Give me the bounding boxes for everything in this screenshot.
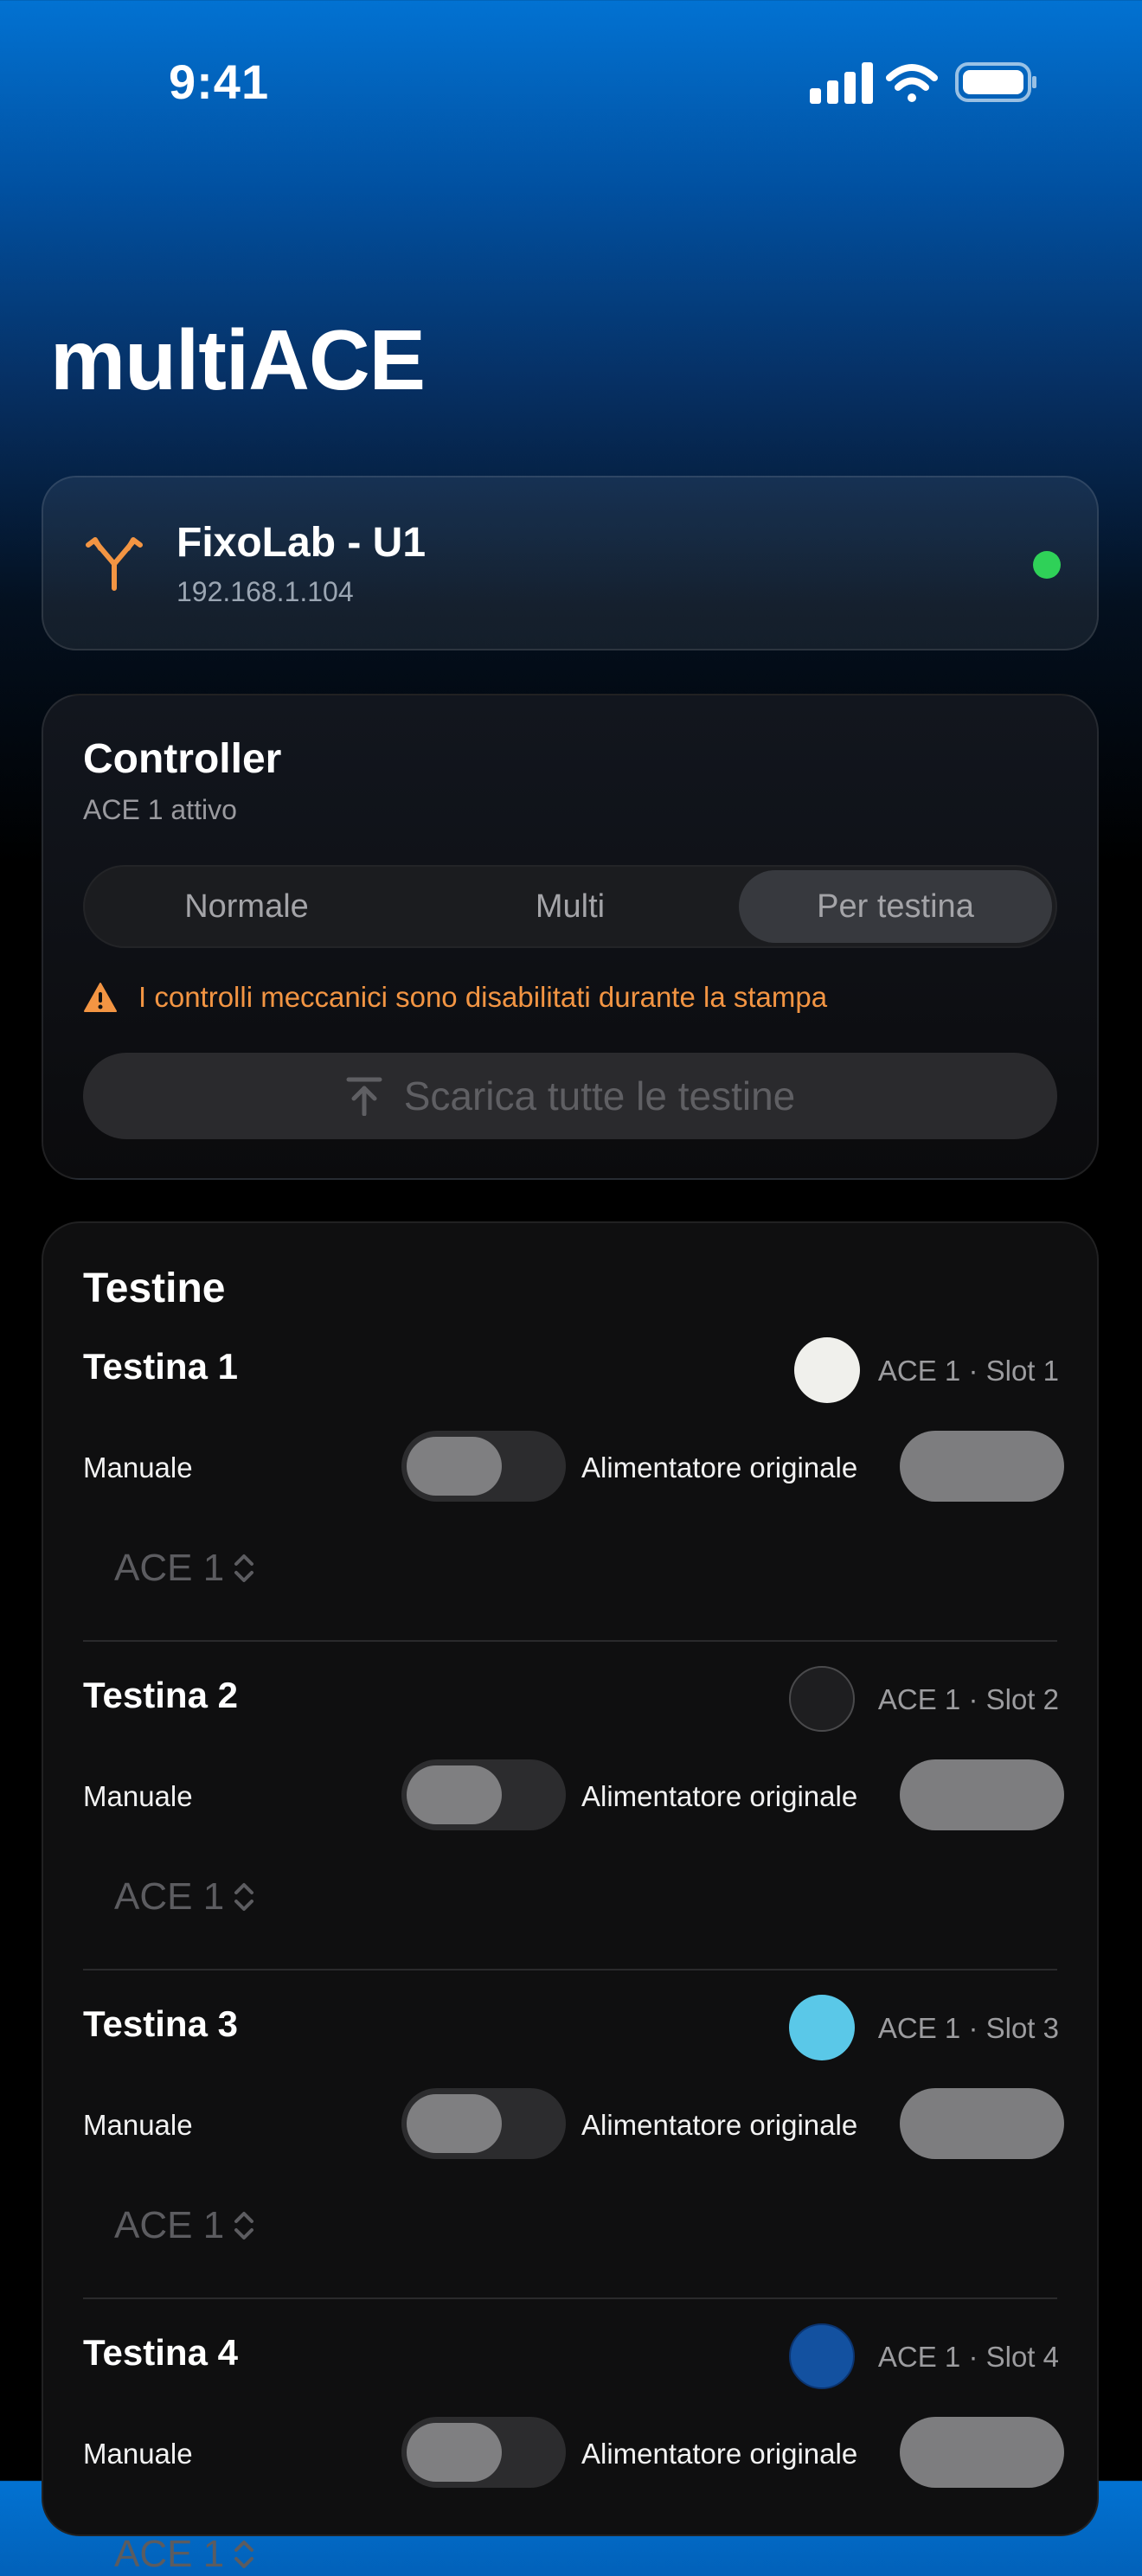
original-feeder-label: Alimentatore originale bbox=[581, 1451, 858, 1483]
battery-icon bbox=[955, 62, 1036, 102]
printer-name: FixoLab - U1 bbox=[176, 520, 427, 566]
warning-icon bbox=[84, 983, 117, 1012]
print-warning-text: I controlli meccanici sono disabilitati … bbox=[138, 981, 828, 1013]
mode-per-testina[interactable]: Per testina bbox=[739, 870, 1052, 943]
original-feeder-toggle[interactable] bbox=[900, 2417, 1064, 2488]
manual-label: Manuale bbox=[83, 2438, 193, 2470]
head-slot-label: ACE 1 · Slot 3 bbox=[877, 2012, 1059, 2044]
original-feeder-label: Alimentatore originale bbox=[581, 1780, 858, 1812]
chevron-up-down-icon bbox=[234, 1554, 254, 1582]
original-feeder-label: Alimentatore originale bbox=[581, 2109, 858, 2141]
head-divider bbox=[83, 2297, 1057, 2299]
wifi-icon bbox=[886, 64, 938, 102]
filament-color-swatch[interactable] bbox=[789, 1666, 855, 1732]
head-divider bbox=[83, 1969, 1057, 1970]
ace-unit-picker[interactable]: ACE 1 bbox=[114, 1875, 255, 1919]
chevron-up-down-icon bbox=[234, 1883, 254, 1911]
head-slot-label: ACE 1 · Slot 1 bbox=[877, 1355, 1059, 1387]
ace-unit-value: ACE 1 bbox=[114, 2533, 225, 2575]
original-feeder-toggle[interactable] bbox=[900, 2088, 1064, 2159]
filament-color-swatch[interactable] bbox=[789, 2323, 855, 2389]
original-feeder-label: Alimentatore originale bbox=[581, 2438, 858, 2470]
controller-title: Controller bbox=[83, 736, 282, 782]
app-title: multiACE bbox=[50, 312, 426, 407]
status-time: 9:41 bbox=[169, 54, 270, 109]
connection-status-dot bbox=[1033, 551, 1061, 579]
manual-label: Manuale bbox=[83, 2109, 193, 2141]
heads-section-title: Testine bbox=[83, 1266, 226, 1311]
ace-unit-picker[interactable]: ACE 1 bbox=[114, 2204, 255, 2247]
ace-unit-picker[interactable]: ACE 1 bbox=[114, 1547, 255, 1590]
ace-unit-picker[interactable]: ACE 1 bbox=[114, 2533, 255, 2576]
unload-all-label: Scarica tutte le testine bbox=[403, 1073, 796, 1118]
toggle-knob bbox=[407, 2094, 502, 2153]
controller-subtitle: ACE 1 attivo bbox=[83, 794, 237, 825]
toggle-knob bbox=[407, 2423, 502, 2482]
head-slot-label: ACE 1 · Slot 2 bbox=[877, 1683, 1059, 1715]
manual-label: Manuale bbox=[83, 1451, 193, 1483]
head-divider bbox=[83, 1640, 1057, 1642]
manual-toggle[interactable] bbox=[401, 1431, 566, 1502]
filament-color-swatch[interactable] bbox=[794, 1337, 860, 1403]
printer-ip: 192.168.1.104 bbox=[176, 576, 354, 607]
ace-unit-value: ACE 1 bbox=[114, 2204, 225, 2246]
mode-normale[interactable]: Normale bbox=[88, 870, 405, 943]
manual-label: Manuale bbox=[83, 1780, 193, 1812]
upload-arrow-icon bbox=[346, 1077, 382, 1116]
original-feeder-toggle[interactable] bbox=[900, 1431, 1064, 1502]
toggle-knob bbox=[407, 1765, 502, 1824]
original-feeder-toggle[interactable] bbox=[900, 1759, 1064, 1830]
status-bar-icons bbox=[810, 62, 1036, 104]
manual-toggle[interactable] bbox=[401, 2088, 566, 2159]
head-title: Testina 1 bbox=[83, 1346, 238, 1387]
fork-arrows-icon bbox=[86, 537, 143, 591]
toggle-knob bbox=[407, 1437, 502, 1496]
ace-unit-value: ACE 1 bbox=[114, 1547, 225, 1589]
head-title: Testina 2 bbox=[83, 1675, 238, 1715]
manual-toggle[interactable] bbox=[401, 1759, 566, 1830]
head-title: Testina 3 bbox=[83, 2003, 238, 2044]
unload-all-heads-button[interactable]: Scarica tutte le testine bbox=[83, 1053, 1057, 1139]
manual-toggle[interactable] bbox=[401, 2417, 566, 2488]
cellular-signal-icon bbox=[810, 62, 873, 104]
mode-segmented-control: Normale Multi Per testina bbox=[83, 865, 1057, 948]
mode-multi[interactable]: Multi bbox=[412, 870, 728, 943]
head-slot-label: ACE 1 · Slot 4 bbox=[877, 2341, 1059, 2373]
chevron-up-down-icon bbox=[234, 2541, 254, 2568]
ace-unit-value: ACE 1 bbox=[114, 1875, 225, 1918]
head-title: Testina 4 bbox=[83, 2332, 238, 2373]
chevron-up-down-icon bbox=[234, 2212, 254, 2240]
filament-color-swatch[interactable] bbox=[789, 1995, 855, 2060]
